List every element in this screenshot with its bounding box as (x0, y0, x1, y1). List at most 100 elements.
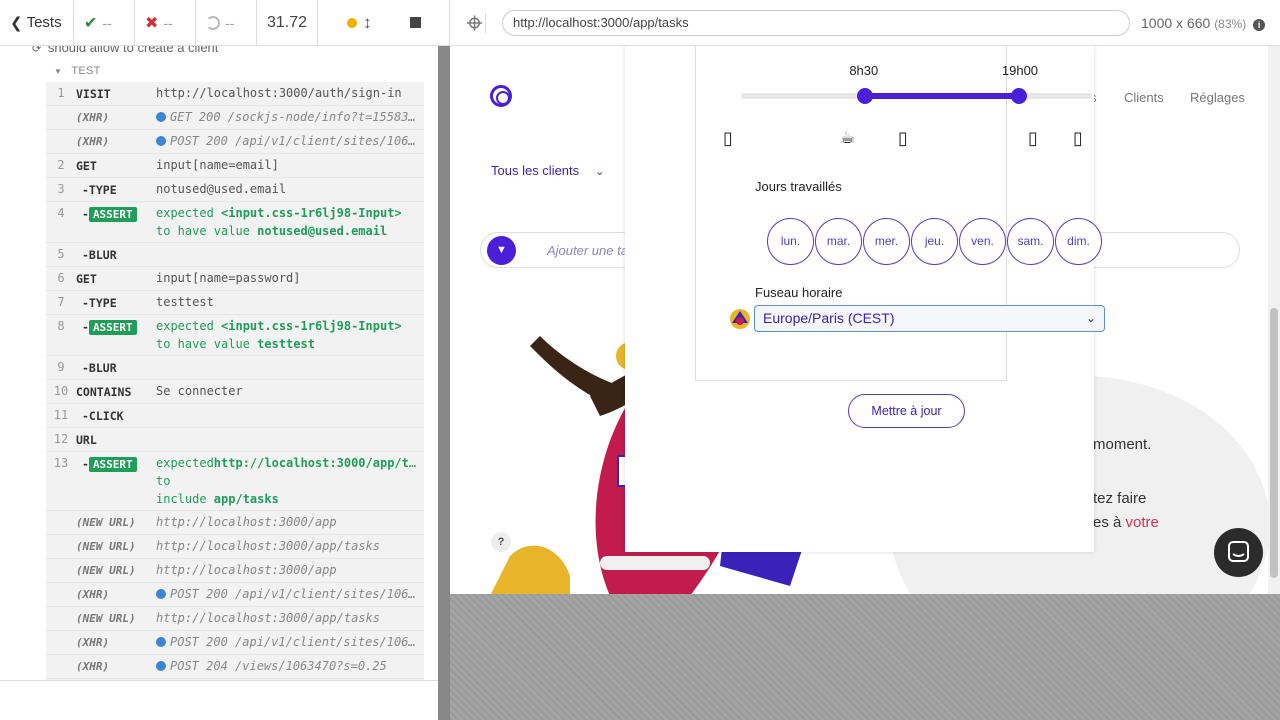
add-task-placeholder[interactable]: Ajouter une ta (547, 243, 628, 258)
nav-item-clients[interactable]: Clients (1124, 90, 1164, 105)
log-event-row[interactable]: (NEW URL) http://localhost:3000/app/tasks (46, 607, 424, 631)
xhr-status-dot-icon (156, 661, 166, 671)
command-message (156, 358, 424, 377)
command-message-text: GET 200 /sockjs-node/info?t=15583… (170, 110, 416, 124)
assert-value: testtest (257, 337, 315, 351)
auto-scroll-control[interactable]: ↕ (347, 13, 372, 33)
test-title[interactable]: ⟳ should allow to create a client (32, 46, 218, 55)
command-row[interactable]: 10 CONTAINS Se connecter (46, 380, 424, 404)
cypress-reporter: ❮ Tests ✔ -- ✖ -- -- 31.72 ↕ ⟳ should al… (0, 0, 450, 720)
command-row[interactable]: 1 VISIT http://localhost:3000/auth/sign-in (46, 82, 424, 106)
command-number (46, 132, 76, 151)
moon-icon: ▯ (1073, 128, 1083, 148)
command-row[interactable]: 7 -TYPE testtest (46, 291, 424, 315)
client-filter-dropdown[interactable]: Tous les clients ⌄ (491, 163, 604, 178)
command-row[interactable]: 13 - ASSERT expectedhttp://localhost:3000/a… (46, 452, 424, 511)
command-name: GET (76, 159, 97, 173)
command-number: 13 (53, 456, 69, 470)
url-bar[interactable]: http://localhost:3000/app/tasks (502, 10, 1130, 36)
pending-count[interactable]: -- (196, 0, 257, 45)
command-dash: - (82, 207, 89, 221)
command-message (156, 245, 424, 264)
command-number: 1 (57, 86, 65, 100)
command-list: 1 VISIT http://localhost:3000/auth/sign-in… (46, 82, 424, 680)
day-toggle-fri[interactable]: ven. (959, 218, 1006, 265)
reporter-header: ❮ Tests ✔ -- ✖ -- -- 31.72 ↕ (0, 0, 450, 46)
back-to-tests-button[interactable]: ❮ Tests (0, 0, 74, 45)
day-toggle-sat[interactable]: sam. (1007, 218, 1054, 265)
zoom-level: (83%) (1214, 17, 1247, 31)
info-icon: i (1253, 19, 1266, 31)
day-toggle-wed[interactable]: mer. (863, 218, 910, 265)
command-name: - ASSERT (76, 454, 156, 508)
command-row[interactable]: 8- ASSERT expected <input.css-1r6lj98-Inpu… (46, 315, 424, 356)
selector-playground-icon[interactable] (466, 13, 486, 33)
check-icon: ✔ (84, 14, 98, 32)
log-event-row[interactable]: (XHR) POST 200 /api/v1/client/sites/106… (46, 583, 424, 607)
log-event-row[interactable]: (NEW URL) http://localhost:3000/app (46, 559, 424, 583)
chevron-down-icon: ⌄ (1085, 311, 1096, 325)
command-message: POST 200 /api/v1/client/sites/106… (156, 633, 424, 652)
chat-icon (1228, 541, 1249, 562)
passed-count[interactable]: ✔ -- (74, 0, 135, 45)
assert-subject: <input.css-1r6lj98-Input> (221, 319, 402, 333)
timezone-avatar-icon (730, 309, 750, 329)
command-name: - ASSERT (76, 204, 156, 240)
passed-value: -- (102, 14, 112, 31)
reporter-resize-handle[interactable] (438, 46, 450, 720)
command-name: GET (76, 272, 97, 286)
command-row[interactable]: 4- ASSERT expected <input.css-1r6lj98-Inpu… (46, 202, 424, 243)
assert-subject: http://localhost:3000/app/tasks (213, 456, 424, 470)
log-event-row[interactable]: (XHR) POST 200 /api/v1/client/sites/106… (46, 631, 424, 655)
command-message-text: testtest (156, 295, 214, 309)
command-row[interactable]: 12 URL (46, 428, 424, 452)
log-event-row[interactable]: (XHR) POST 200 /api/v1/client/sites/106… (46, 130, 424, 154)
viewport-info[interactable]: 1000 x 660 (83%) i (1141, 15, 1266, 31)
log-event-row[interactable]: (NEW URL) http://localhost:3000/app/tasks (46, 535, 424, 559)
command-row[interactable]: 2 GET input[name=email] (46, 154, 424, 178)
log-event-row[interactable]: (NEW URL) http://localhost:3000/app (46, 511, 424, 535)
command-name: -BLUR (82, 361, 117, 375)
xhr-status-dot-icon (156, 112, 166, 122)
day-toggle-tue[interactable]: mar. (815, 218, 862, 265)
day-toggle-thu[interactable]: jeu. (911, 218, 958, 265)
command-number (46, 609, 76, 628)
stop-icon[interactable] (409, 17, 421, 28)
command-number: 7 (57, 295, 65, 309)
day-toggle-sun[interactable]: dim. (1055, 218, 1102, 265)
command-row[interactable]: 3 -TYPE notused@used.email (46, 178, 424, 202)
command-name: (NEW URL) (76, 564, 136, 577)
end-time-handle[interactable] (1010, 88, 1027, 104)
app-logo-icon[interactable] (490, 85, 512, 107)
test-section-label: TEST (71, 65, 101, 77)
nav-item-settings[interactable]: Réglages (1190, 90, 1245, 105)
log-event-row[interactable]: (XHR) GET 200 /sockjs-node/info?t=15583… (46, 106, 424, 130)
day-toggle-mon[interactable]: lun. (767, 218, 814, 265)
back-label: Tests (26, 14, 62, 31)
assert-value: app/tasks (213, 492, 279, 506)
test-section-header[interactable]: ▼ TEST (54, 65, 101, 77)
promo-line-1: moment. (1093, 436, 1152, 453)
reporter-footer (0, 680, 438, 720)
aut-scrollbar-thumb[interactable] (1270, 308, 1278, 578)
timezone-select[interactable]: Europe/Paris (CEST) ⌄ (754, 305, 1105, 332)
command-row[interactable]: 5 -BLUR (46, 243, 424, 267)
test-title-text: should allow to create a client (47, 46, 219, 55)
assert-badge: ASSERT (88, 457, 137, 472)
failed-count[interactable]: ✖ -- (135, 0, 196, 45)
assert-badge: ASSERT (88, 320, 137, 335)
log-event-row[interactable]: (XHR) POST 204 /views/1063470?s=0.25 (46, 655, 424, 679)
hours-range-slider[interactable] (741, 88, 1092, 104)
command-message: expectedhttp://localhost:3000/app/tasks … (156, 454, 424, 508)
help-button[interactable]: ? (491, 532, 511, 552)
command-row[interactable]: 6 GET input[name=password] (46, 267, 424, 291)
update-button[interactable]: Mettre à jour (848, 394, 965, 428)
promo-line-3a: es à (1093, 514, 1126, 531)
command-message (156, 430, 424, 449)
assert-subject: <input.css-1r6lj98-Input> (221, 206, 402, 220)
command-message: notused@used.email (156, 180, 424, 199)
command-row[interactable]: 9 -BLUR (46, 356, 424, 380)
chat-launcher-button[interactable] (1214, 528, 1263, 577)
add-task-button[interactable]: ▼ (487, 236, 516, 265)
command-row[interactable]: 11 -CLICK (46, 404, 424, 428)
